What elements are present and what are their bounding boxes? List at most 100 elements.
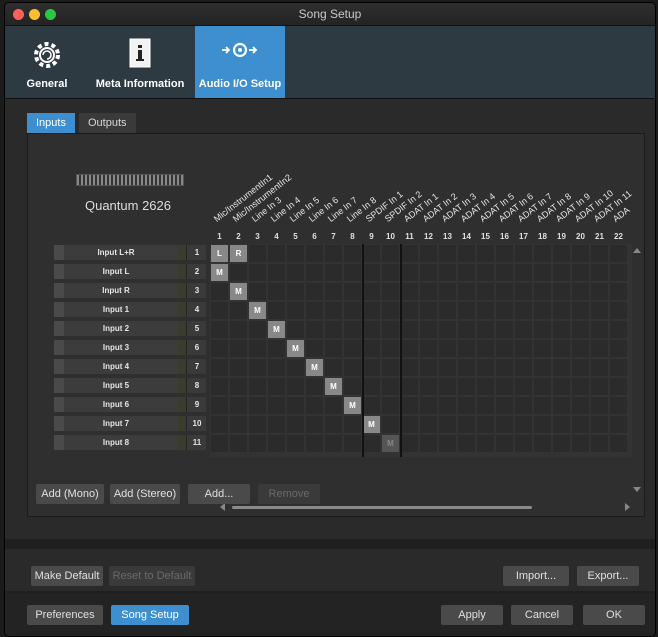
routing-cell[interactable]	[591, 302, 608, 319]
routing-cell[interactable]	[401, 340, 418, 357]
routing-cell[interactable]	[325, 397, 342, 414]
routing-cell[interactable]	[249, 435, 266, 452]
routing-cell[interactable]	[306, 264, 323, 281]
apply-button[interactable]: Apply	[441, 605, 503, 625]
song-setup-button[interactable]: Song Setup	[111, 605, 189, 625]
routing-cell[interactable]	[515, 264, 532, 281]
routing-cell[interactable]	[268, 378, 285, 395]
routing-assignment[interactable]: M	[363, 416, 380, 433]
routing-cell[interactable]	[268, 359, 285, 376]
channel-name[interactable]: Input L+R	[54, 245, 178, 260]
routing-cell[interactable]	[211, 340, 228, 357]
routing-cell[interactable]	[477, 245, 494, 262]
routing-cell[interactable]	[515, 283, 532, 300]
routing-cell[interactable]	[553, 245, 570, 262]
routing-cell[interactable]	[458, 264, 475, 281]
routing-cell[interactable]	[572, 378, 589, 395]
routing-cell[interactable]	[306, 321, 323, 338]
routing-cell[interactable]	[496, 378, 513, 395]
routing-cell[interactable]	[591, 435, 608, 452]
toolbar-meta-information-button[interactable]: Meta Information	[87, 26, 193, 98]
routing-cell[interactable]	[439, 416, 456, 433]
routing-cell[interactable]	[211, 416, 228, 433]
routing-cell[interactable]	[268, 264, 285, 281]
routing-cell[interactable]	[401, 302, 418, 319]
routing-cell[interactable]	[287, 416, 304, 433]
routing-cell[interactable]	[306, 397, 323, 414]
routing-cell[interactable]	[534, 416, 551, 433]
routing-cell[interactable]	[515, 378, 532, 395]
routing-assignment[interactable]: R	[230, 245, 247, 262]
routing-cell[interactable]	[344, 416, 361, 433]
routing-cell[interactable]	[306, 378, 323, 395]
routing-cell[interactable]	[610, 435, 627, 452]
routing-cell[interactable]	[439, 283, 456, 300]
routing-cell[interactable]	[249, 397, 266, 414]
routing-cell[interactable]	[477, 340, 494, 357]
routing-cell[interactable]	[230, 359, 247, 376]
import-button[interactable]: Import...	[503, 566, 569, 586]
routing-cell[interactable]	[325, 359, 342, 376]
routing-cell[interactable]	[249, 283, 266, 300]
routing-cell[interactable]	[496, 416, 513, 433]
routing-cell[interactable]	[439, 245, 456, 262]
toolbar-audio-io-setup-button[interactable]: Audio I/O Setup	[195, 26, 285, 98]
routing-cell[interactable]	[363, 378, 380, 395]
routing-cell[interactable]	[591, 397, 608, 414]
routing-cell[interactable]	[458, 359, 475, 376]
routing-cell[interactable]	[534, 302, 551, 319]
routing-cell[interactable]	[230, 435, 247, 452]
routing-cell[interactable]	[344, 359, 361, 376]
routing-cell[interactable]	[363, 245, 380, 262]
routing-assignment[interactable]: M	[249, 302, 266, 319]
routing-cell[interactable]	[268, 397, 285, 414]
routing-cell[interactable]	[287, 264, 304, 281]
routing-cell[interactable]	[401, 359, 418, 376]
routing-cell[interactable]	[268, 302, 285, 319]
routing-cell[interactable]	[572, 435, 589, 452]
channel-name[interactable]: Input 1	[54, 302, 178, 317]
routing-cell[interactable]	[534, 340, 551, 357]
cancel-button[interactable]: Cancel	[511, 605, 573, 625]
channel-name[interactable]: Input 3	[54, 340, 178, 355]
routing-cell[interactable]	[458, 302, 475, 319]
routing-cell[interactable]	[610, 359, 627, 376]
routing-cell[interactable]	[306, 245, 323, 262]
routing-cell[interactable]	[496, 340, 513, 357]
routing-cell[interactable]	[382, 321, 399, 338]
routing-cell[interactable]	[325, 321, 342, 338]
routing-cell[interactable]	[572, 397, 589, 414]
routing-cell[interactable]	[553, 302, 570, 319]
routing-cell[interactable]	[553, 340, 570, 357]
routing-cell[interactable]	[344, 435, 361, 452]
routing-cell[interactable]	[496, 283, 513, 300]
routing-cell[interactable]	[287, 378, 304, 395]
routing-cell[interactable]	[610, 340, 627, 357]
routing-cell[interactable]	[477, 416, 494, 433]
routing-cell[interactable]	[306, 416, 323, 433]
routing-cell[interactable]	[382, 359, 399, 376]
routing-cell[interactable]	[515, 416, 532, 433]
channel-name[interactable]: Input 2	[54, 321, 178, 336]
routing-cell[interactable]	[534, 264, 551, 281]
routing-assignment[interactable]: M	[211, 264, 228, 281]
routing-cell[interactable]	[211, 397, 228, 414]
routing-cell[interactable]	[515, 302, 532, 319]
routing-cell[interactable]	[382, 416, 399, 433]
routing-cell[interactable]	[249, 340, 266, 357]
routing-cell[interactable]	[610, 378, 627, 395]
routing-assignment[interactable]: M	[268, 321, 285, 338]
routing-assignment[interactable]: M	[344, 397, 361, 414]
routing-cell[interactable]	[496, 435, 513, 452]
routing-cell[interactable]	[534, 321, 551, 338]
routing-cell[interactable]	[287, 245, 304, 262]
routing-cell[interactable]	[553, 435, 570, 452]
routing-cell[interactable]	[230, 378, 247, 395]
routing-cell[interactable]	[534, 245, 551, 262]
routing-assignment[interactable]: M	[287, 340, 304, 357]
routing-cell[interactable]	[382, 283, 399, 300]
routing-cell[interactable]	[382, 378, 399, 395]
routing-cell[interactable]	[249, 264, 266, 281]
routing-cell[interactable]	[439, 359, 456, 376]
routing-cell[interactable]	[610, 321, 627, 338]
